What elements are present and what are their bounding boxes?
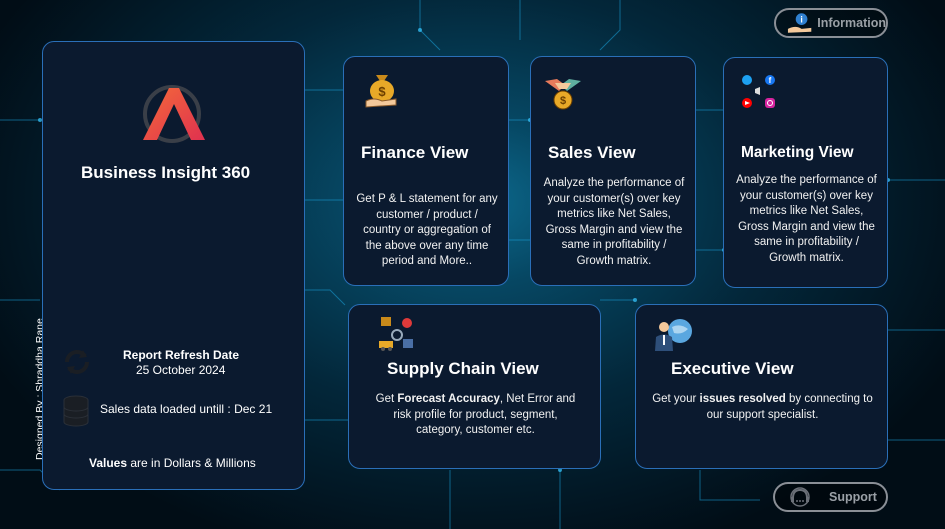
social-media-icon: f — [742, 75, 775, 108]
executive-view-title: Executive View — [671, 359, 794, 378]
refresh-icon — [65, 350, 89, 374]
executive-view-card[interactable]: Executive View Get your issues resolved … — [635, 304, 888, 469]
values-note-bold: Values — [89, 456, 128, 470]
supply-chain-view-card[interactable]: Supply Chain View Get Forecast Accuracy,… — [348, 304, 601, 469]
executive-icon — [655, 319, 692, 351]
supply-chain-icon — [379, 317, 413, 351]
finance-view-title: Finance View — [361, 143, 469, 162]
sales-loaded-text: Sales data loaded untill : Dec 21 — [100, 402, 273, 416]
supply-desc-bold: Forecast Accuracy — [397, 393, 500, 405]
finance-view-desc: Get P & L statement for any customer / p… — [356, 193, 498, 267]
database-icon — [63, 395, 89, 427]
executive-view-desc: Get your issues resolved by connecting t… — [652, 392, 873, 423]
support-icon — [790, 487, 810, 507]
refresh-date: 25 October 2024 — [136, 363, 226, 377]
marketing-view-title: Marketing View — [741, 144, 854, 161]
executive-desc-pre: Get your — [652, 393, 700, 405]
support-button[interactable]: Support — [773, 482, 888, 512]
supply-chain-view-title: Supply Chain View — [387, 359, 539, 378]
svg-text:i: i — [800, 15, 802, 25]
information-button-label: Information — [817, 16, 886, 30]
values-note: Values are in Dollars & Millions — [89, 456, 256, 470]
refresh-label: Report Refresh Date — [123, 348, 240, 362]
money-bag-icon: $ — [365, 75, 397, 108]
svg-text:f: f — [769, 76, 772, 85]
svg-text:$: $ — [560, 95, 566, 107]
info-icon: i — [787, 13, 812, 33]
marketing-view-card[interactable]: f Marketing View Analyze the performance… — [723, 57, 888, 288]
supply-chain-view-desc: Get Forecast Accuracy, Net Error and ris… — [369, 392, 582, 439]
svg-text:$: $ — [378, 84, 386, 99]
values-note-rest: are in Dollars & Millions — [127, 456, 256, 470]
logo-icon — [143, 85, 205, 143]
app-title: Business Insight 360 — [81, 163, 251, 182]
handshake-icon: $ — [545, 79, 581, 110]
finance-view-card[interactable]: $ Finance View Get P & L statement for a… — [343, 56, 509, 286]
executive-desc-bold: issues resolved — [699, 393, 786, 405]
marketing-view-desc: Analyze the performance of your customer… — [736, 174, 877, 264]
sales-view-desc: Analyze the performance of your customer… — [543, 177, 685, 267]
sales-view-card[interactable]: $ Sales View Analyze the performance of … — [530, 56, 696, 286]
sales-view-title: Sales View — [548, 143, 636, 162]
supply-desc-pre: Get — [375, 393, 398, 405]
information-button[interactable]: i Information — [774, 8, 888, 38]
support-button-label: Support — [829, 490, 877, 504]
sidebar-panel: Business Insight 360 Report Refresh Date… — [42, 41, 305, 490]
